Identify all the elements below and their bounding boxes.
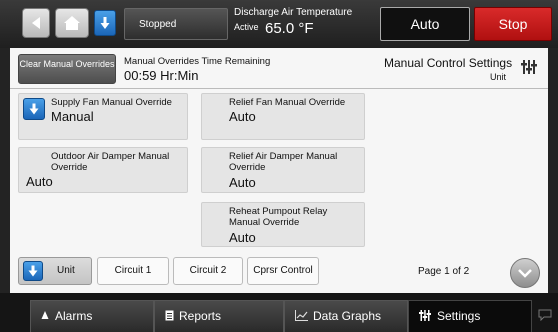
settings-icon[interactable]: [521, 60, 537, 74]
nav-settings-label: Settings: [437, 309, 481, 323]
clear-manual-overrides-button[interactable]: Clear Manual Overrides: [18, 54, 116, 84]
screen: Stopped Discharge Air Temperature Active…: [0, 0, 558, 332]
back-button[interactable]: [22, 8, 50, 38]
reheat-pumpout-override-card[interactable]: Reheat Pumpout Relay Manual Override Aut…: [201, 202, 365, 247]
info-button[interactable]: [23, 98, 45, 120]
clear-manual-overrides-label: Clear Manual Overrides: [19, 59, 115, 69]
down-arrow-info-icon: [100, 17, 110, 29]
info-button[interactable]: [94, 10, 116, 36]
down-arrow-info-icon: [29, 103, 39, 115]
relief-fan-override-label: Relief Fan Manual Override: [229, 97, 346, 108]
home-button[interactable]: [55, 8, 89, 38]
line-graph-icon: [295, 310, 308, 321]
relief-fan-override-value: Auto: [229, 109, 256, 124]
nav-data-graphs[interactable]: Data Graphs: [284, 300, 408, 332]
nav-reports[interactable]: Reports: [154, 300, 284, 332]
tab-circuit-1[interactable]: Circuit 1: [97, 257, 169, 285]
next-page-button[interactable]: [510, 258, 540, 288]
header-divider: [10, 88, 548, 89]
relief-air-damper-override-card[interactable]: Relief Air Damper Manual Override Auto: [201, 147, 365, 193]
main-panel: Clear Manual Overrides Manual Overrides …: [10, 48, 548, 293]
outdoor-air-damper-override-value: Auto: [26, 174, 53, 189]
nav-reports-label: Reports: [179, 309, 222, 323]
stop-button[interactable]: Stop: [474, 7, 552, 41]
nav-settings[interactable]: Settings: [408, 300, 532, 332]
info-button[interactable]: [23, 261, 43, 281]
auto-button[interactable]: Auto: [380, 7, 470, 41]
tab-cprsr-control[interactable]: Cprsr Control: [247, 257, 319, 285]
unit-status: Stopped: [124, 8, 228, 40]
top-bar: Stopped Discharge Air Temperature Active…: [0, 0, 558, 48]
nav-alarms-label: Alarms: [55, 309, 93, 323]
nav-data-graphs-label: Data Graphs: [313, 309, 382, 323]
outdoor-air-damper-override-card[interactable]: Outdoor Air Damper Manual Override Auto: [18, 147, 188, 193]
relief-air-damper-override-value: Auto: [229, 175, 256, 190]
tab-unit[interactable]: Unit: [18, 257, 92, 285]
supply-fan-override-card[interactable]: Supply Fan Manual Override Manual: [18, 93, 188, 140]
discharge-air-label: Discharge Air Temperature: [234, 7, 353, 18]
settings-sliders-icon: [419, 310, 431, 321]
override-time-value: 00:59 Hr:Min: [124, 68, 199, 83]
discharge-air-value: 65.0 °F: [265, 20, 314, 37]
report-document-icon: [165, 310, 174, 321]
chevron-down-icon: [518, 269, 532, 278]
page-subtitle: Unit: [490, 72, 507, 82]
discharge-air-active-label: Active: [234, 22, 259, 32]
down-arrow-info-icon: [28, 265, 38, 277]
outdoor-air-damper-override-label: Outdoor Air Damper Manual Override: [51, 151, 170, 173]
relief-air-damper-override-label: Relief Air Damper Manual Override: [229, 151, 338, 173]
relief-fan-override-card[interactable]: Relief Fan Manual Override Auto: [201, 93, 365, 140]
reheat-pumpout-override-value: Auto: [229, 230, 256, 245]
reheat-pumpout-override-label: Reheat Pumpout Relay Manual Override: [229, 206, 328, 228]
supply-fan-override-value: Manual: [51, 109, 94, 124]
home-icon: [64, 16, 80, 30]
supply-fan-override-label: Supply Fan Manual Override: [51, 97, 172, 108]
override-time-label: Manual Overrides Time Remaining: [124, 56, 271, 67]
bottom-nav: Alarms Reports Data Graphs Settings: [0, 293, 558, 332]
back-arrow-icon: [32, 17, 40, 29]
tab-unit-label: Unit: [57, 265, 75, 276]
alarm-triangle-icon: [41, 311, 49, 319]
tab-circuit-2[interactable]: Circuit 2: [173, 257, 243, 285]
page-indicator: Page 1 of 2: [418, 266, 470, 277]
nav-alarms[interactable]: Alarms: [30, 300, 154, 332]
chat-icon[interactable]: [538, 309, 552, 321]
page-title: Manual Control Settings: [384, 56, 513, 70]
